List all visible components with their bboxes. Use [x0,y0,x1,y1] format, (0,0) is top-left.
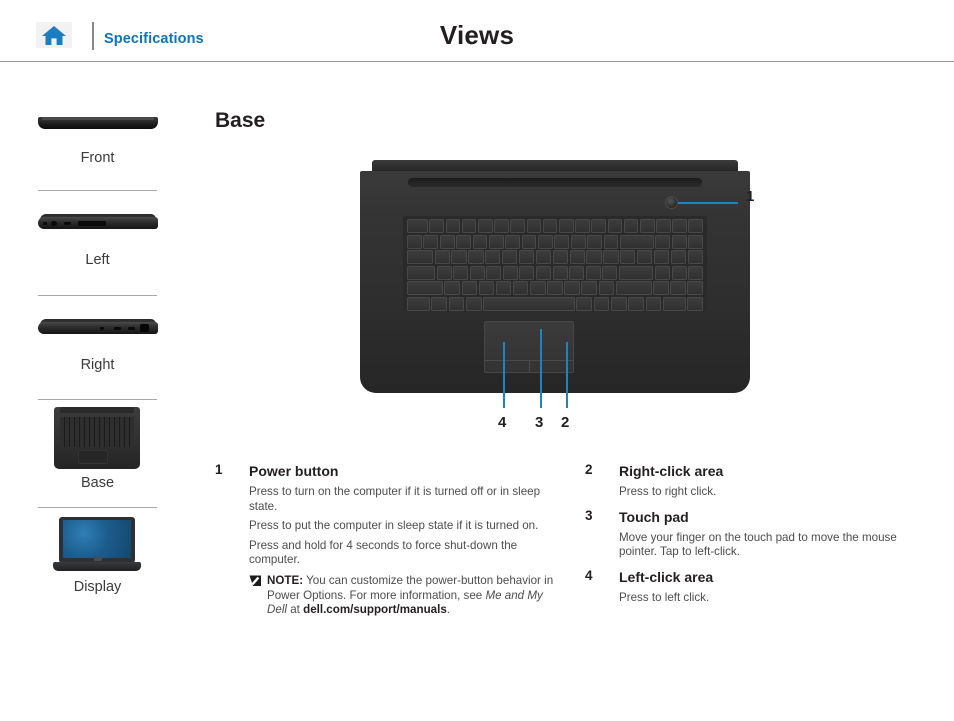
leader-line-2 [566,342,568,408]
section-title: Base [215,109,266,132]
callout-number-1: 1 [746,188,755,205]
legend-item-description: Press to left click. [619,590,710,604]
sidebar-item-label: Front [80,150,115,166]
note-label: NOTE: [267,573,304,587]
legend-item-description: Press to right click. [619,485,717,498]
main-content: Base 1 4 3 2 1 Power button Press to tur… [200,62,954,721]
legend-item-description: Press to put the computer in sleep state… [249,519,539,533]
legend-item-description: Press to turn on the computer if it is t… [249,485,541,513]
sidebar-nav: Front Left Right Base Display [0,62,200,721]
laptop-base-diagram [360,160,750,400]
callout-number-4: 4 [498,414,507,431]
note-pencil-icon [249,575,262,587]
note-text-middle: at [286,603,304,617]
page-header: Specifications Views [0,0,954,62]
sidebar-divider [38,190,157,191]
note-block: NOTE: You can customize the power-button… [249,574,560,618]
leader-line-1 [678,202,738,204]
laptop-right-view-thumbnail [38,319,158,337]
leader-line-3 [540,329,542,408]
laptop-hinge [408,178,702,187]
legend-column-right: 2 Right-click area Press to right click.… [585,462,935,607]
legend-item-title: Touch pad [619,508,689,525]
laptop-display-view-thumbnail [53,517,141,575]
sidebar-divider [38,399,157,400]
legend-item-title: Right-click area [619,463,724,479]
laptop-front-view-thumbnail [38,117,158,129]
touchpad-button-split [529,360,530,373]
legend-item-right-click-area: 2 Right-click area Press to right click. [585,462,935,500]
legend-item-description: Move your finger on the touch pad to mov… [619,530,897,559]
leader-line-4 [503,342,505,408]
note-support-link[interactable]: dell.com/support/manuals [303,603,447,616]
sidebar-item-label: Left [85,252,110,268]
legend-item-title: Left-click area [619,568,714,585]
sidebar-item-label: Right [80,357,115,373]
callout-number-3: 3 [535,414,544,431]
sidebar-divider [38,295,157,296]
page-title: Views [439,20,515,50]
sidebar-item-base[interactable]: Base [0,407,200,502]
legend-item-number: 4 [585,567,593,583]
legend-item-title: Power button [249,463,339,479]
sidebar-item-right[interactable]: Right [0,317,200,389]
legend-item-left-click-area: 4 Left-click area Press to left click. [585,568,935,606]
laptop-left-view-thumbnail [38,214,158,232]
callout-number-2: 2 [561,414,570,431]
sidebar-item-front[interactable]: Front [0,112,200,182]
legend-item-number: 3 [585,507,593,523]
sidebar-item-label: Base [80,475,115,491]
legend-item-description: Press and hold for 4 seconds to force sh… [249,538,518,567]
laptop-base-view-thumbnail [54,407,140,469]
legend-column-left: 1 Power button Press to turn on the comp… [215,462,560,620]
power-button-on-diagram[interactable] [665,196,678,209]
sidebar-divider [38,507,157,508]
legend-item-touch-pad: 3 Touch pad Move your finger on the touc… [585,508,935,560]
legend-item-number: 2 [585,462,593,477]
keyboard [403,216,707,311]
sidebar-item-label: Display [73,579,122,595]
legend-item-number: 1 [215,462,223,477]
legend-item-power-button: 1 Power button Press to turn on the comp… [215,462,560,618]
sidebar-item-left[interactable]: Left [0,212,200,284]
note-text-after: . [446,603,451,617]
sidebar-item-display[interactable]: Display [0,517,200,612]
